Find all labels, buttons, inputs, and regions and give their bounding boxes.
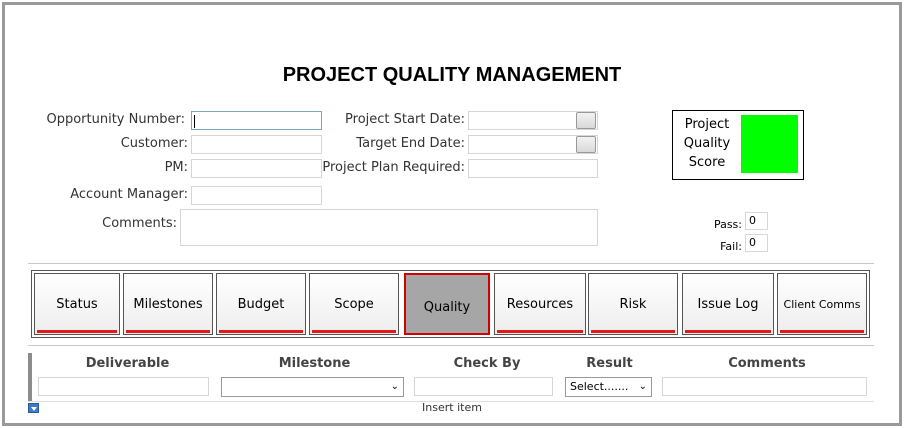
result-value: Select....... (570, 380, 629, 393)
tab-underline (312, 330, 396, 333)
project-start-date-label: Project Start Date: (345, 112, 465, 127)
tab-underline (126, 330, 210, 333)
project-plan-required-field[interactable] (468, 159, 598, 178)
tab-scope[interactable]: Scope (309, 273, 399, 335)
tab-underline (219, 330, 303, 333)
grid-header: Deliverable Milestone Check By Result Co… (28, 353, 874, 375)
tab-quality[interactable]: Quality (404, 273, 490, 335)
column-header-deliverable: Deliverable (85, 356, 170, 371)
opportunity-number-field[interactable] (191, 111, 322, 130)
divider (28, 345, 874, 346)
tab-resources[interactable]: Resources (494, 273, 586, 335)
result-select[interactable]: Select....... ⌄ (565, 377, 652, 397)
fail-count-field[interactable]: 0 (745, 234, 768, 252)
tab-underline (685, 330, 771, 333)
tab-label: Client Comms (783, 297, 861, 311)
tab-status[interactable]: Status (34, 273, 120, 335)
column-header-result: Result (586, 356, 633, 371)
tab-label: Status (56, 296, 98, 312)
customer-field[interactable] (191, 135, 322, 154)
chevron-down-icon: ⌄ (638, 381, 647, 392)
row-indicator (28, 375, 32, 401)
pass-label: Pass: (713, 218, 742, 231)
deliverable-input[interactable] (38, 377, 209, 396)
insert-item-link[interactable]: Insert item (0, 401, 904, 414)
tab-label: Quality (423, 299, 471, 315)
project-quality-score-box: Project Quality Score (672, 110, 804, 180)
tab-underline (780, 330, 864, 333)
customer-label: Customer: (120, 136, 188, 151)
fail-label: Fail: (720, 240, 742, 253)
tab-underline (497, 330, 583, 333)
target-end-date-label: Target End Date: (356, 136, 465, 151)
calendar-icon[interactable] (576, 136, 596, 153)
column-header-milestone: Milestone (278, 356, 351, 371)
project-plan-required-label: Project Plan Required: (322, 160, 465, 175)
comments-field[interactable] (180, 209, 598, 246)
account-manager-label: Account Manager: (70, 187, 188, 202)
calendar-icon[interactable] (576, 112, 596, 129)
comments-label: Comments: (102, 216, 177, 231)
tab-milestones[interactable]: Milestones (123, 273, 213, 335)
divider (28, 263, 874, 264)
pm-label: PM: (164, 160, 188, 175)
tab-underline (37, 330, 117, 333)
chevron-down-icon: ⌄ (390, 381, 399, 392)
pass-count-field[interactable]: 0 (745, 212, 768, 230)
tab-budget[interactable]: Budget (216, 273, 306, 335)
milestone-select[interactable]: ⌄ (221, 377, 404, 397)
tab-label: Milestones (133, 296, 203, 312)
tab-risk[interactable]: Risk (588, 273, 678, 335)
project-quality-score-label: Project Quality Score (683, 117, 731, 170)
tab-issue-log[interactable]: Issue Log (682, 273, 774, 335)
quality-score-indicator (741, 115, 798, 173)
column-header-check-by: Check By (453, 356, 521, 371)
tab-underline (591, 330, 675, 333)
tab-label: Budget (237, 296, 285, 312)
tab-client-comms[interactable]: Client Comms (777, 273, 867, 335)
page-title: PROJECT QUALITY MANAGEMENT (282, 64, 622, 86)
section-tabs: Status Milestones Budget Scope Quality R… (31, 270, 870, 338)
tab-label: Scope (334, 296, 374, 312)
opportunity-number-label: Opportunity Number: (46, 112, 185, 127)
check-by-input[interactable] (414, 377, 553, 396)
text-caret (194, 115, 195, 128)
tab-label: Risk (619, 296, 647, 312)
tab-label: Resources (506, 296, 574, 312)
column-header-comments: Comments (728, 356, 806, 371)
tab-label: Issue Log (697, 296, 759, 312)
account-manager-field[interactable] (191, 186, 322, 205)
comments-input[interactable] (662, 377, 867, 396)
